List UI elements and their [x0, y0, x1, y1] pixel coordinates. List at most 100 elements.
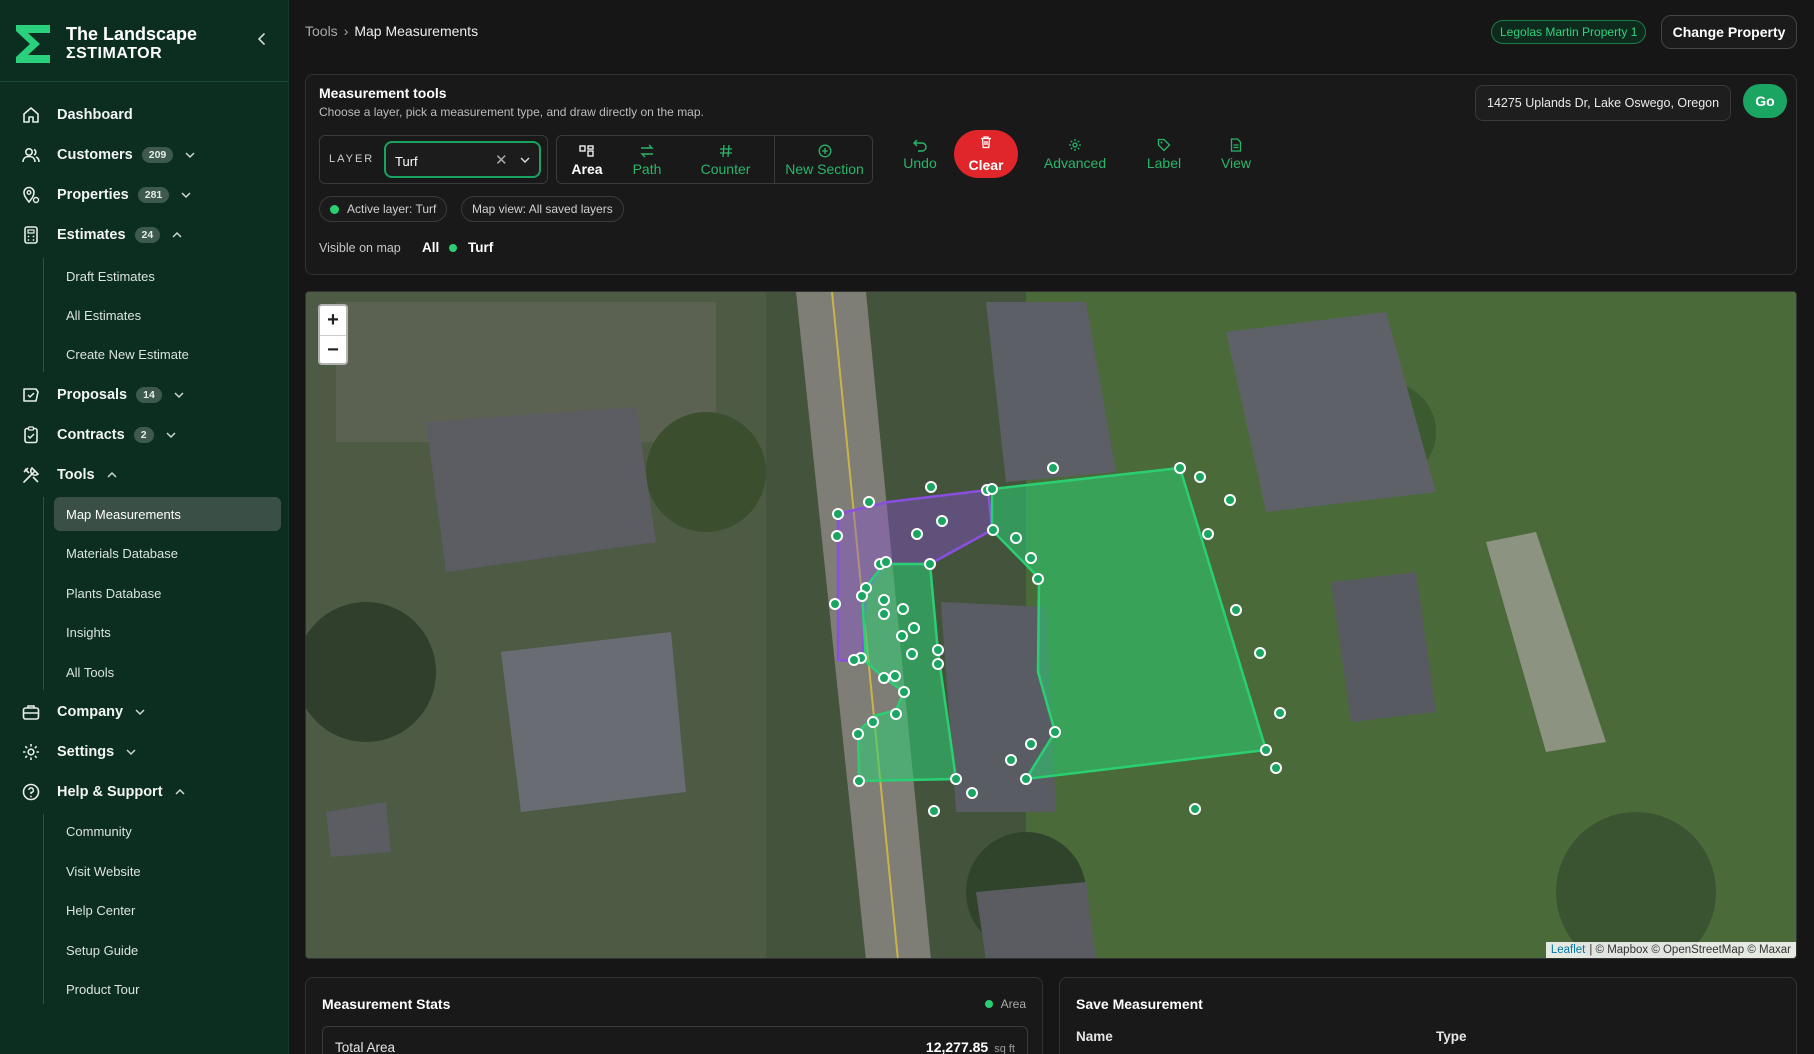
undo-icon: [912, 138, 928, 152]
subnav-insights[interactable]: Insights: [54, 615, 281, 649]
nav-proposals-label: Proposals: [57, 387, 128, 403]
zoom-control: + −: [318, 304, 348, 365]
zoom-in-button[interactable]: +: [320, 306, 346, 335]
measurement-stats-card: Measurement Stats Area Total Area 12,277…: [305, 977, 1043, 1054]
nav-settings[interactable]: Settings: [20, 738, 138, 766]
chevron-down-icon: [166, 432, 176, 439]
breadcrumb-separator: ›: [343, 23, 349, 39]
gear-icon: [20, 741, 42, 763]
advanced-button[interactable]: Advanced: [1030, 130, 1120, 179]
document-icon: [1228, 138, 1244, 152]
chevron-down-icon[interactable]: [519, 154, 531, 166]
undo-button[interactable]: Undo: [890, 130, 950, 179]
map-view-chip: Map view: All saved layers: [461, 196, 624, 222]
mode-counter-button[interactable]: Counter: [677, 136, 774, 185]
leaflet-link[interactable]: Leaflet: [1551, 944, 1586, 956]
new-section-button[interactable]: New Section: [775, 136, 874, 185]
map-imagery: [306, 292, 1796, 958]
calculator-icon: [20, 224, 42, 246]
nav-estimates-label: Estimates: [57, 227, 126, 243]
breadcrumb-tools[interactable]: Tools: [305, 23, 338, 39]
nav-customers-label: Customers: [57, 147, 133, 163]
nav-settings-label: Settings: [57, 744, 115, 760]
visible-turf-label: Turf: [468, 240, 494, 255]
sigma-logo-icon: [16, 25, 50, 63]
tools-icon: [20, 464, 42, 486]
change-property-button[interactable]: Change Property: [1661, 15, 1797, 49]
brand[interactable]: The Landscape ΣSTIMATOR: [14, 18, 274, 70]
hash-icon: [718, 144, 734, 158]
nav-estimates[interactable]: Estimates 24: [20, 221, 184, 249]
briefcase-icon: [20, 701, 42, 723]
view-label: View: [1220, 155, 1252, 171]
address-input[interactable]: 14275 Uplands Dr, Lake Oswego, Oregon: [1475, 85, 1731, 121]
help-circle-icon: [20, 781, 42, 803]
subnav-help-center[interactable]: Help Center: [54, 893, 281, 927]
tools-subnav-line: [43, 497, 44, 690]
nav-tools-label: Tools: [57, 467, 95, 483]
subnav-community[interactable]: Community: [54, 814, 281, 848]
type-field-label: Type: [1436, 1029, 1467, 1044]
subnav-draft-estimates[interactable]: Draft Estimates: [54, 259, 281, 293]
turf-dot: [449, 243, 457, 252]
label-button[interactable]: Label: [1134, 130, 1194, 179]
collapse-sidebar-icon[interactable]: [254, 30, 270, 48]
view-button[interactable]: View: [1206, 130, 1266, 179]
clear-button[interactable]: Clear: [954, 130, 1018, 178]
nav-help-support[interactable]: Help & Support: [20, 778, 187, 806]
panel-subtitle: Choose a layer, pick a measurement type,…: [319, 105, 704, 119]
nav-company-label: Company: [57, 704, 124, 720]
total-area-row: Total Area 12,277.85 sq ft: [322, 1026, 1028, 1054]
visible-turf-toggle[interactable]: Turf: [449, 240, 493, 255]
area-legend-dot: [984, 1000, 993, 1008]
estimates-count-badge: 24: [134, 227, 161, 243]
name-field-label: Name: [1076, 1029, 1113, 1044]
subnav-all-tools[interactable]: All Tools: [54, 655, 281, 689]
home-icon: [20, 104, 42, 126]
subnav-product-tour[interactable]: Product Tour: [54, 972, 281, 1006]
subnav-materials-database[interactable]: Materials Database: [54, 536, 281, 570]
subnav-create-estimate[interactable]: Create New Estimate: [54, 337, 281, 371]
trash-icon: [979, 135, 993, 154]
nav-properties[interactable]: Properties 281: [20, 181, 193, 209]
active-layer-dot: [330, 204, 339, 214]
nav-contracts[interactable]: Contracts 2: [20, 421, 178, 449]
subnav-visit-website[interactable]: Visit Website: [54, 854, 281, 888]
contracts-count-badge: 2: [133, 427, 154, 443]
subnav-all-estimates[interactable]: All Estimates: [54, 298, 281, 332]
brand-name-line2: ΣSTIMATOR: [66, 45, 163, 62]
nav-dashboard-label: Dashboard: [57, 107, 133, 123]
mode-area-button[interactable]: Area: [557, 136, 617, 185]
satellite-map[interactable]: + − Leaflet | © Mapbox © OpenStreetMap ©…: [305, 291, 1797, 959]
new-section-label: New Section: [785, 161, 864, 177]
nav-tools[interactable]: Tools: [20, 461, 119, 489]
users-icon: [20, 144, 42, 166]
current-property-badge: Legolas Martin Property 1: [1491, 20, 1647, 44]
brand-name-line1: The Landscape: [66, 24, 198, 44]
subnav-map-measurements[interactable]: Map Measurements: [54, 497, 281, 531]
nav-dashboard[interactable]: Dashboard: [20, 101, 133, 129]
layer-select[interactable]: Turf ✕: [384, 141, 541, 178]
measurement-tools-panel: Measurement tools Choose a layer, pick a…: [305, 74, 1797, 275]
subnav-setup-guide[interactable]: Setup Guide: [54, 933, 281, 967]
nav-proposals[interactable]: Proposals 14: [20, 381, 186, 409]
mode-path-button[interactable]: Path: [617, 136, 677, 185]
clear-label: Clear: [968, 157, 1004, 173]
visible-all-toggle[interactable]: All: [422, 240, 439, 255]
breadcrumb-current: Map Measurements: [354, 23, 479, 39]
path-icon: [639, 144, 655, 158]
breadcrumb: Tools › Map Measurements: [305, 23, 478, 39]
nav-customers[interactable]: Customers 209: [20, 141, 197, 169]
chevron-down-icon: [185, 152, 195, 159]
map-view-text: Map view: All saved layers: [472, 202, 613, 216]
nav-help-label: Help & Support: [57, 784, 163, 800]
subnav-plants-database[interactable]: Plants Database: [54, 576, 281, 610]
clear-layer-icon[interactable]: ✕: [495, 151, 508, 169]
chevron-down-icon: [135, 709, 145, 716]
zoom-out-button[interactable]: −: [320, 336, 346, 365]
chevron-down-icon: [181, 192, 191, 199]
sidebar: The Landscape ΣSTIMATOR Dashboard Custom…: [0, 0, 289, 1054]
go-button[interactable]: Go: [1743, 84, 1787, 118]
nav-company[interactable]: Company: [20, 698, 147, 726]
map-attribution: Leaflet | © Mapbox © OpenStreetMap © Max…: [1545, 942, 1796, 958]
